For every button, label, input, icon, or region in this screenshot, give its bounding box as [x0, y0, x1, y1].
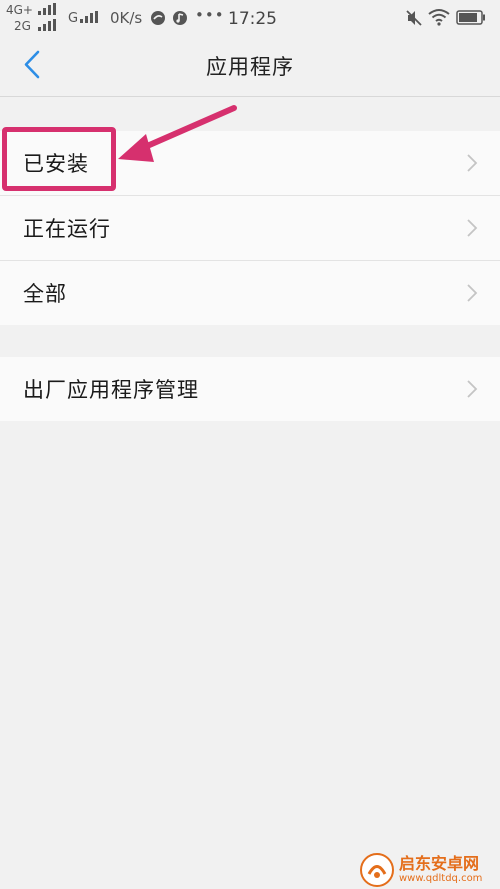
settings-group-factory: 出厂应用程序管理	[0, 357, 500, 421]
signal-icon	[38, 3, 56, 15]
list-item-running[interactable]: 正在运行	[0, 196, 500, 261]
battery-icon	[456, 10, 485, 25]
list-item-label: 正在运行	[23, 217, 111, 241]
list-item-factory-apps[interactable]: 出厂应用程序管理	[0, 357, 500, 421]
watermark-url: www.qdltdq.com	[399, 872, 483, 884]
list-item-label: 已安装	[23, 152, 89, 176]
chevron-right-icon	[467, 154, 478, 172]
chevron-right-icon	[467, 219, 478, 237]
list-item-installed[interactable]: 已安装	[0, 131, 500, 196]
chevron-right-icon	[467, 284, 478, 302]
signal-icon-2	[38, 19, 56, 31]
status-bar: 4G+ 2G G 0K/s ••• 17:25	[0, 0, 500, 36]
watermark-name: 启东安卓网	[399, 854, 480, 874]
music-icon	[173, 11, 187, 25]
settings-group-apps: 已安装 正在运行 全部	[0, 131, 500, 325]
wifi-icon	[428, 9, 450, 26]
browser-icon	[151, 11, 165, 25]
net-speed: 0K/s	[110, 9, 143, 27]
page-title: 应用程序	[206, 55, 294, 79]
clock: 17:25	[228, 9, 277, 29]
network-2g-label: 2G	[14, 19, 31, 33]
chevron-right-icon	[467, 380, 478, 398]
watermark-logo-icon	[360, 852, 394, 887]
list-item-label: 出厂应用程序管理	[23, 378, 199, 402]
list-item-all[interactable]: 全部	[0, 261, 500, 325]
network-g-label: G	[68, 11, 79, 26]
network-4g-label: 4G+	[6, 3, 33, 17]
watermark: 启东安卓网 www.qdltdq.com	[360, 850, 500, 889]
more-notifications-icon: •••	[195, 6, 225, 24]
title-bar: 应用程序	[0, 36, 500, 97]
list-item-label: 全部	[23, 282, 67, 306]
mute-icon	[406, 10, 422, 26]
signal-icon-3	[80, 11, 98, 23]
